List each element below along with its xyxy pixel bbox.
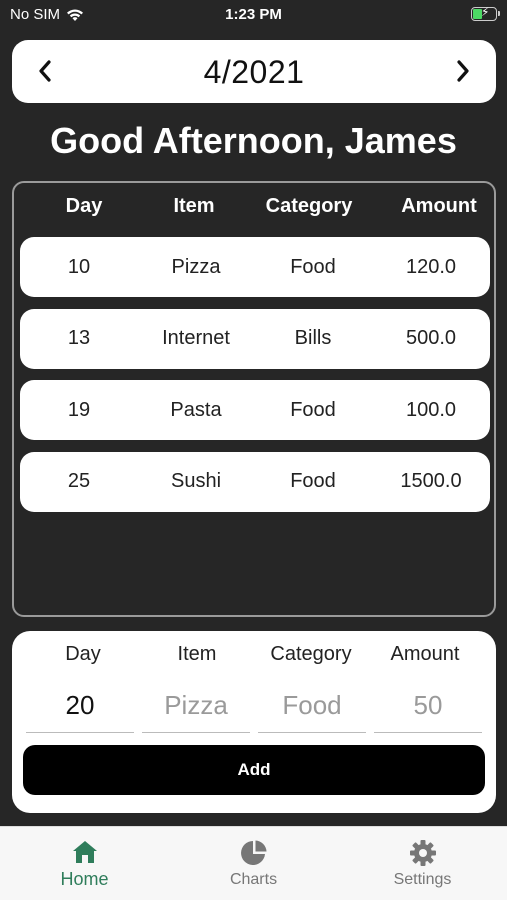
row-category: Food	[290, 398, 336, 421]
row-day: 19	[67, 398, 91, 421]
next-month-button[interactable]	[446, 54, 480, 88]
table-row[interactable]: 25 Sushi Food 1500.0	[20, 451, 490, 512]
day-label: Day	[65, 643, 101, 665]
pie-chart-icon	[240, 840, 266, 865]
table-row[interactable]: 10 Pizza Food 120.0	[20, 237, 490, 297]
month-selector: 4/2021	[12, 40, 496, 103]
status-right: ⚡	[471, 5, 500, 21]
header-item: Item	[173, 195, 215, 217]
add-expense-form: Day Item Category Amount Add	[12, 631, 496, 813]
form-inputs	[26, 679, 486, 733]
row-category: Food	[290, 470, 336, 492]
table-row[interactable]: 19 Pasta Food 100.0	[20, 380, 490, 440]
row-item: Pizza	[171, 255, 221, 278]
category-input[interactable]	[258, 679, 366, 733]
header-amount: Amount	[401, 195, 477, 217]
battery-icon: ⚡	[471, 5, 500, 21]
greeting-title: Good Afternoon, James	[50, 120, 457, 161]
gear-icon	[409, 840, 436, 866]
header-category: Category	[265, 195, 353, 217]
row-item: Sushi	[170, 470, 222, 492]
bottom-nav: Home Charts Settings	[0, 826, 507, 900]
home-icon	[72, 841, 97, 863]
row-amount: 100.0	[405, 398, 457, 421]
row-amount: 1500.0	[400, 470, 462, 492]
row-amount: 120.0	[405, 255, 457, 278]
nav-home[interactable]: Home	[0, 827, 169, 900]
chevron-right-icon	[457, 60, 469, 82]
row-category: Bills	[294, 327, 332, 349]
nav-settings[interactable]: Settings	[338, 827, 507, 900]
row-day: 25	[67, 470, 91, 492]
amount-input[interactable]	[374, 679, 482, 733]
row-category: Food	[290, 255, 336, 278]
item-label: Item	[177, 643, 217, 665]
category-label: Category	[270, 643, 352, 665]
form-labels: Day Item Category Amount	[26, 643, 482, 666]
row-day: 10	[67, 255, 91, 278]
row-item: Pasta	[170, 398, 222, 421]
row-amount: 500.0	[405, 327, 457, 349]
status-time: 1:23 PM	[225, 6, 282, 23]
header-day: Day	[65, 195, 103, 217]
row-item: Internet	[162, 327, 230, 349]
month-label: 4/2021	[203, 54, 305, 90]
item-input[interactable]	[142, 679, 250, 733]
nav-settings-label: Settings	[393, 871, 452, 888]
table-rows: 10 Pizza Food 120.0 13 Internet Bills 50…	[20, 237, 490, 523]
status-bar: No SIM 1:23 PM ⚡	[0, 0, 507, 30]
table-row[interactable]: 13 Internet Bills 500.0	[20, 308, 490, 369]
expense-table: Day Item Category Amount 10 Pizza Food 1…	[12, 181, 496, 617]
table-header: Day Item Category Amount	[14, 195, 494, 223]
day-input[interactable]	[26, 679, 134, 733]
row-day: 13	[67, 327, 91, 349]
amount-label: Amount	[390, 643, 460, 665]
add-button[interactable]: Add	[23, 745, 485, 795]
nav-home-label: Home	[60, 869, 109, 889]
nav-charts[interactable]: Charts	[169, 827, 338, 900]
nav-charts-label: Charts	[229, 871, 278, 888]
